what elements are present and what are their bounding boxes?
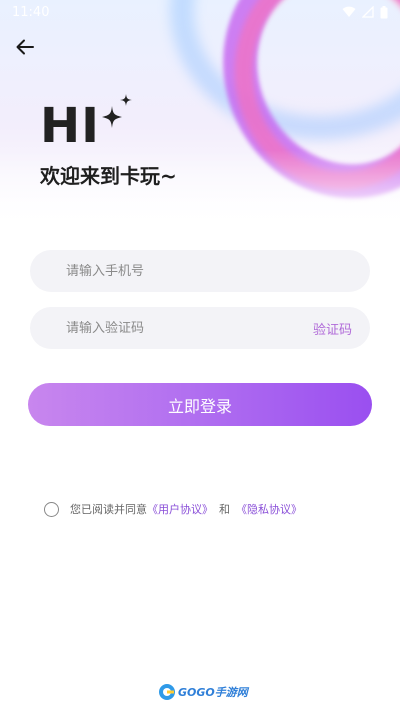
arrow-left-icon xyxy=(16,39,34,55)
get-code-button[interactable]: 验证码 xyxy=(313,319,352,338)
status-bar: 11:40 xyxy=(0,0,400,24)
back-button[interactable] xyxy=(12,34,38,60)
signal-icon xyxy=(362,6,374,18)
phone-input[interactable] xyxy=(66,263,352,279)
phone-field[interactable] xyxy=(30,250,370,292)
status-icons xyxy=(342,5,388,19)
agreement-prefix: 您已阅读并同意 xyxy=(70,503,147,516)
watermark-logo-icon xyxy=(159,684,175,700)
privacy-policy-link[interactable]: 《隐私协议》 xyxy=(236,501,302,517)
agreement-row: 您已阅读并同意 《用户协议》 和 《隐私协议》 xyxy=(44,501,302,517)
status-time: 11:40 xyxy=(12,4,50,20)
watermark: GOGO手游网 xyxy=(158,683,248,701)
agreement-conjunction: 和 xyxy=(219,503,230,516)
sparkle-icon xyxy=(102,94,132,128)
agreement-checkbox[interactable] xyxy=(44,501,59,517)
welcome-text: 欢迎来到卡玩~ xyxy=(40,164,177,188)
code-field[interactable]: 验证码 xyxy=(30,307,370,349)
verification-code-input[interactable] xyxy=(66,320,313,336)
battery-icon xyxy=(380,5,388,18)
hi-title: HI xyxy=(40,98,101,154)
watermark-text: GOGO手游网 xyxy=(178,686,248,699)
user-agreement-link[interactable]: 《用户协议》 xyxy=(147,501,213,517)
login-button[interactable]: 立即登录 xyxy=(28,383,372,426)
wifi-icon xyxy=(342,6,356,17)
